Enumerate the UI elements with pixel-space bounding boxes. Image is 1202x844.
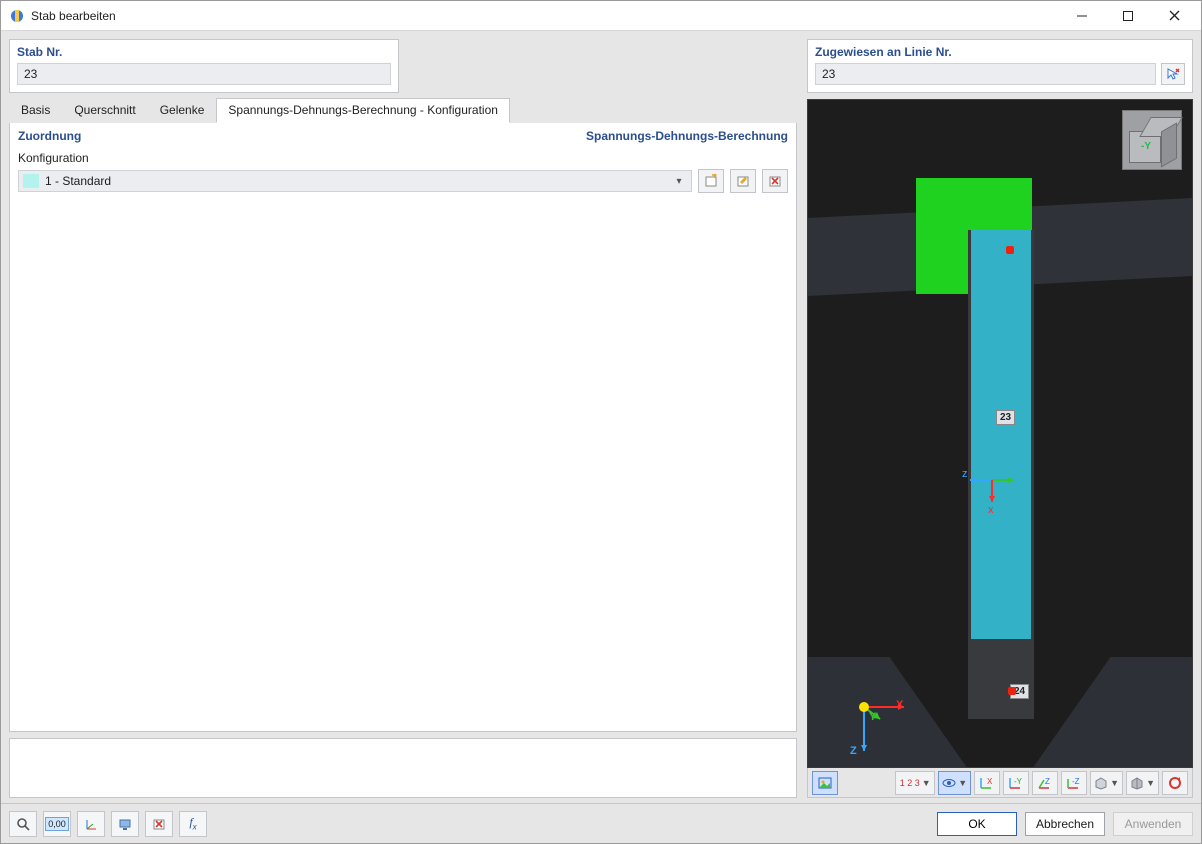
local-axis-z-label: z bbox=[962, 468, 968, 480]
axis-x-label: X bbox=[896, 699, 903, 711]
bottom-tool-function[interactable]: fx bbox=[179, 811, 207, 837]
viewport-3d[interactable]: 23 24 z x bbox=[807, 99, 1193, 768]
assigned-line-label: Zugewiesen an Linie Nr. bbox=[815, 45, 1185, 59]
view-tool-iso1[interactable]: ▼ bbox=[1090, 771, 1123, 795]
bottom-tool-units[interactable]: 0,00 bbox=[43, 811, 71, 837]
view-tool-show[interactable]: ▼ bbox=[938, 771, 971, 795]
svg-text:-Z: -Z bbox=[1072, 777, 1080, 786]
local-axis-x-label: x bbox=[988, 504, 994, 516]
window-title: Stab bearbeiten bbox=[31, 9, 1059, 23]
middle-row: Basis Querschnitt Gelenke Spannungs-Dehn… bbox=[9, 99, 1193, 798]
tab-querschnitt[interactable]: Querschnitt bbox=[62, 98, 147, 123]
view-tool-iso2[interactable]: ▼ bbox=[1126, 771, 1159, 795]
cancel-button[interactable]: Abbrechen bbox=[1025, 812, 1105, 836]
pick-cursor-icon bbox=[1166, 67, 1180, 81]
top-row: Stab Nr. 23 Zugewiesen an Linie Nr. 23 bbox=[9, 39, 1193, 93]
tab-bar: Basis Querschnitt Gelenke Spannungs-Dehn… bbox=[9, 99, 797, 123]
close-button[interactable] bbox=[1151, 1, 1197, 31]
monitor-icon bbox=[118, 817, 132, 831]
right-column: 23 24 z x bbox=[807, 99, 1193, 798]
apply-button: Anwenden bbox=[1113, 812, 1193, 836]
panel-member-no: Stab Nr. 23 bbox=[9, 39, 399, 93]
member-no-label: Stab Nr. bbox=[17, 45, 391, 59]
bottom-tool-delete[interactable] bbox=[145, 811, 173, 837]
bottom-tool-cs[interactable] bbox=[77, 811, 105, 837]
viewer-toolbar: 1 2 3▼ ▼ X -Y Z -Z bbox=[807, 768, 1193, 798]
numbering-label: 1 2 3 bbox=[900, 778, 920, 788]
tab-basis[interactable]: Basis bbox=[9, 98, 62, 123]
edit-item-icon bbox=[736, 174, 750, 188]
column-selection bbox=[971, 230, 1031, 639]
chevron-down-icon: ▾ bbox=[671, 176, 687, 187]
ok-button[interactable]: OK bbox=[937, 812, 1017, 836]
config-delete-button[interactable] bbox=[762, 169, 788, 193]
member-no-input[interactable]: 23 bbox=[17, 63, 391, 85]
node-marker-bottom bbox=[1008, 687, 1016, 695]
bottom-tool-help[interactable] bbox=[9, 811, 37, 837]
panel-assigned-line: Zugewiesen an Linie Nr. 23 bbox=[807, 39, 1193, 93]
delete-item-icon bbox=[768, 174, 782, 188]
minimize-button[interactable] bbox=[1059, 1, 1105, 31]
note-field[interactable] bbox=[9, 738, 797, 798]
svg-text:Z: Z bbox=[1045, 777, 1050, 786]
config-field-label: Konfiguration bbox=[18, 151, 788, 165]
image-frame-icon bbox=[818, 776, 832, 790]
axis-y-label: Y bbox=[869, 711, 876, 723]
magnifier-icon bbox=[16, 817, 30, 831]
iso-cube-a-icon bbox=[1094, 776, 1108, 790]
pick-line-button[interactable] bbox=[1161, 63, 1185, 85]
units-badge-icon: 0,00 bbox=[45, 817, 69, 831]
view-cube[interactable]: -Y bbox=[1122, 110, 1182, 170]
local-cs-icon bbox=[84, 817, 98, 831]
config-combo[interactable]: 1 - Standard ▾ bbox=[18, 170, 692, 192]
config-combo-row: 1 - Standard ▾ bbox=[18, 169, 788, 193]
eye-icon bbox=[942, 776, 956, 790]
section-header-right: Spannungs-Dehnungs-Berechnung bbox=[586, 129, 788, 143]
maximize-button[interactable] bbox=[1105, 1, 1151, 31]
config-color-swatch bbox=[23, 174, 39, 188]
assigned-line-input[interactable]: 23 bbox=[815, 63, 1156, 85]
local-axes: z x bbox=[962, 460, 1022, 520]
view-z-icon: Z bbox=[1037, 776, 1053, 790]
view-dir-mz[interactable]: -Z bbox=[1061, 771, 1087, 795]
svg-text:-Y: -Y bbox=[1014, 777, 1023, 786]
fx-icon: fx bbox=[189, 815, 196, 831]
view-mz-icon: -Z bbox=[1066, 776, 1082, 790]
panel-spacer bbox=[409, 39, 797, 93]
iso-cube-b-icon bbox=[1130, 776, 1144, 790]
config-edit-button[interactable] bbox=[730, 169, 756, 193]
section-header-left: Zuordnung bbox=[18, 129, 81, 143]
view-tool-reset[interactable] bbox=[1162, 771, 1188, 795]
view-tool-print[interactable] bbox=[812, 771, 838, 795]
bottom-bar: 0,00 fx OK Abbrechen Anwenden bbox=[1, 803, 1201, 843]
view-dir-z[interactable]: Z bbox=[1032, 771, 1058, 795]
svg-text:X: X bbox=[987, 777, 993, 786]
config-combo-value: 1 - Standard bbox=[45, 174, 671, 188]
tab-gelenke[interactable]: Gelenke bbox=[148, 98, 217, 123]
reset-view-icon bbox=[1168, 776, 1182, 790]
tab-body: Zuordnung Spannungs-Dehnungs-Berechnung … bbox=[9, 123, 797, 732]
node-marker-top bbox=[1006, 246, 1014, 254]
brace-right bbox=[1033, 657, 1193, 767]
dialog-window: Stab bearbeiten Stab Nr. 23 Zugewiesen a… bbox=[0, 0, 1202, 844]
config-new-button[interactable] bbox=[698, 169, 724, 193]
clear-icon bbox=[152, 817, 166, 831]
axis-origin-dot bbox=[859, 702, 869, 712]
axis-z-label: Z bbox=[850, 745, 857, 757]
work-area: Stab Nr. 23 Zugewiesen an Linie Nr. 23 B… bbox=[1, 31, 1201, 803]
new-item-icon bbox=[704, 174, 718, 188]
member-number-tag: 23 bbox=[996, 410, 1015, 425]
view-tool-numbering[interactable]: 1 2 3▼ bbox=[895, 771, 935, 795]
view-x-icon: X bbox=[979, 776, 995, 790]
view-y-icon: -Y bbox=[1008, 776, 1024, 790]
left-column: Basis Querschnitt Gelenke Spannungs-Dehn… bbox=[9, 99, 797, 798]
bottom-tool-render[interactable] bbox=[111, 811, 139, 837]
titlebar: Stab bearbeiten bbox=[1, 1, 1201, 31]
view-dir-y[interactable]: -Y bbox=[1003, 771, 1029, 795]
tab-sd-config[interactable]: Spannungs-Dehnungs-Berechnung - Konfigur… bbox=[216, 98, 510, 123]
app-icon bbox=[9, 8, 25, 24]
view-dir-x[interactable]: X bbox=[974, 771, 1000, 795]
